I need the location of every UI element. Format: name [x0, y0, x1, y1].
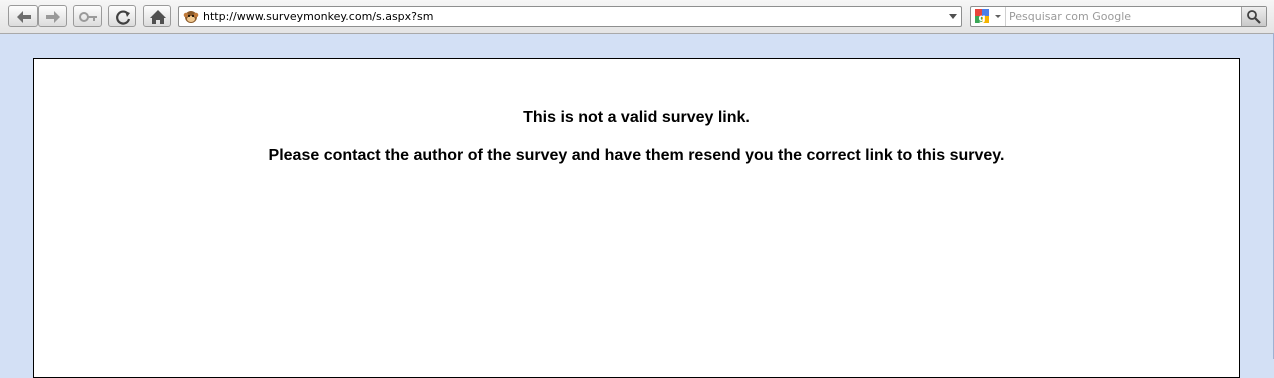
home-button[interactable] [143, 5, 171, 27]
back-arrow-icon [17, 11, 31, 23]
search-placeholder[interactable]: Pesquisar com Google [1009, 10, 1131, 23]
google-icon: g [975, 9, 1001, 24]
search-go-button[interactable] [1241, 7, 1266, 26]
forward-button[interactable] [38, 5, 67, 27]
svg-text:g: g [979, 13, 986, 24]
url-bar[interactable]: http://www.surveymonkey.com/s.aspx?sm [178, 6, 962, 27]
page-content: This is not a valid survey link. Please … [33, 58, 1240, 378]
chevron-down-icon[interactable] [949, 14, 957, 19]
search-engine-selector[interactable]: g [971, 7, 1006, 26]
home-icon [150, 10, 166, 24]
key-button[interactable] [73, 5, 102, 27]
reload-button[interactable] [108, 5, 136, 27]
forward-arrow-icon [46, 11, 60, 23]
search-bar[interactable]: g Pesquisar com Google [970, 6, 1267, 27]
key-icon [79, 12, 97, 22]
contact-author-message: Please contact the author of the survey … [268, 147, 1005, 164]
back-button[interactable] [8, 5, 38, 27]
browser-toolbar: http://www.surveymonkey.com/s.aspx?sm g … [0, 0, 1274, 34]
reload-icon [116, 10, 131, 25]
url-text[interactable]: http://www.surveymonkey.com/s.aspx?sm [203, 10, 433, 23]
surveymonkey-favicon [183, 11, 199, 23]
magnifier-icon [1247, 10, 1261, 24]
invalid-link-message: This is not a valid survey link. [523, 109, 750, 126]
